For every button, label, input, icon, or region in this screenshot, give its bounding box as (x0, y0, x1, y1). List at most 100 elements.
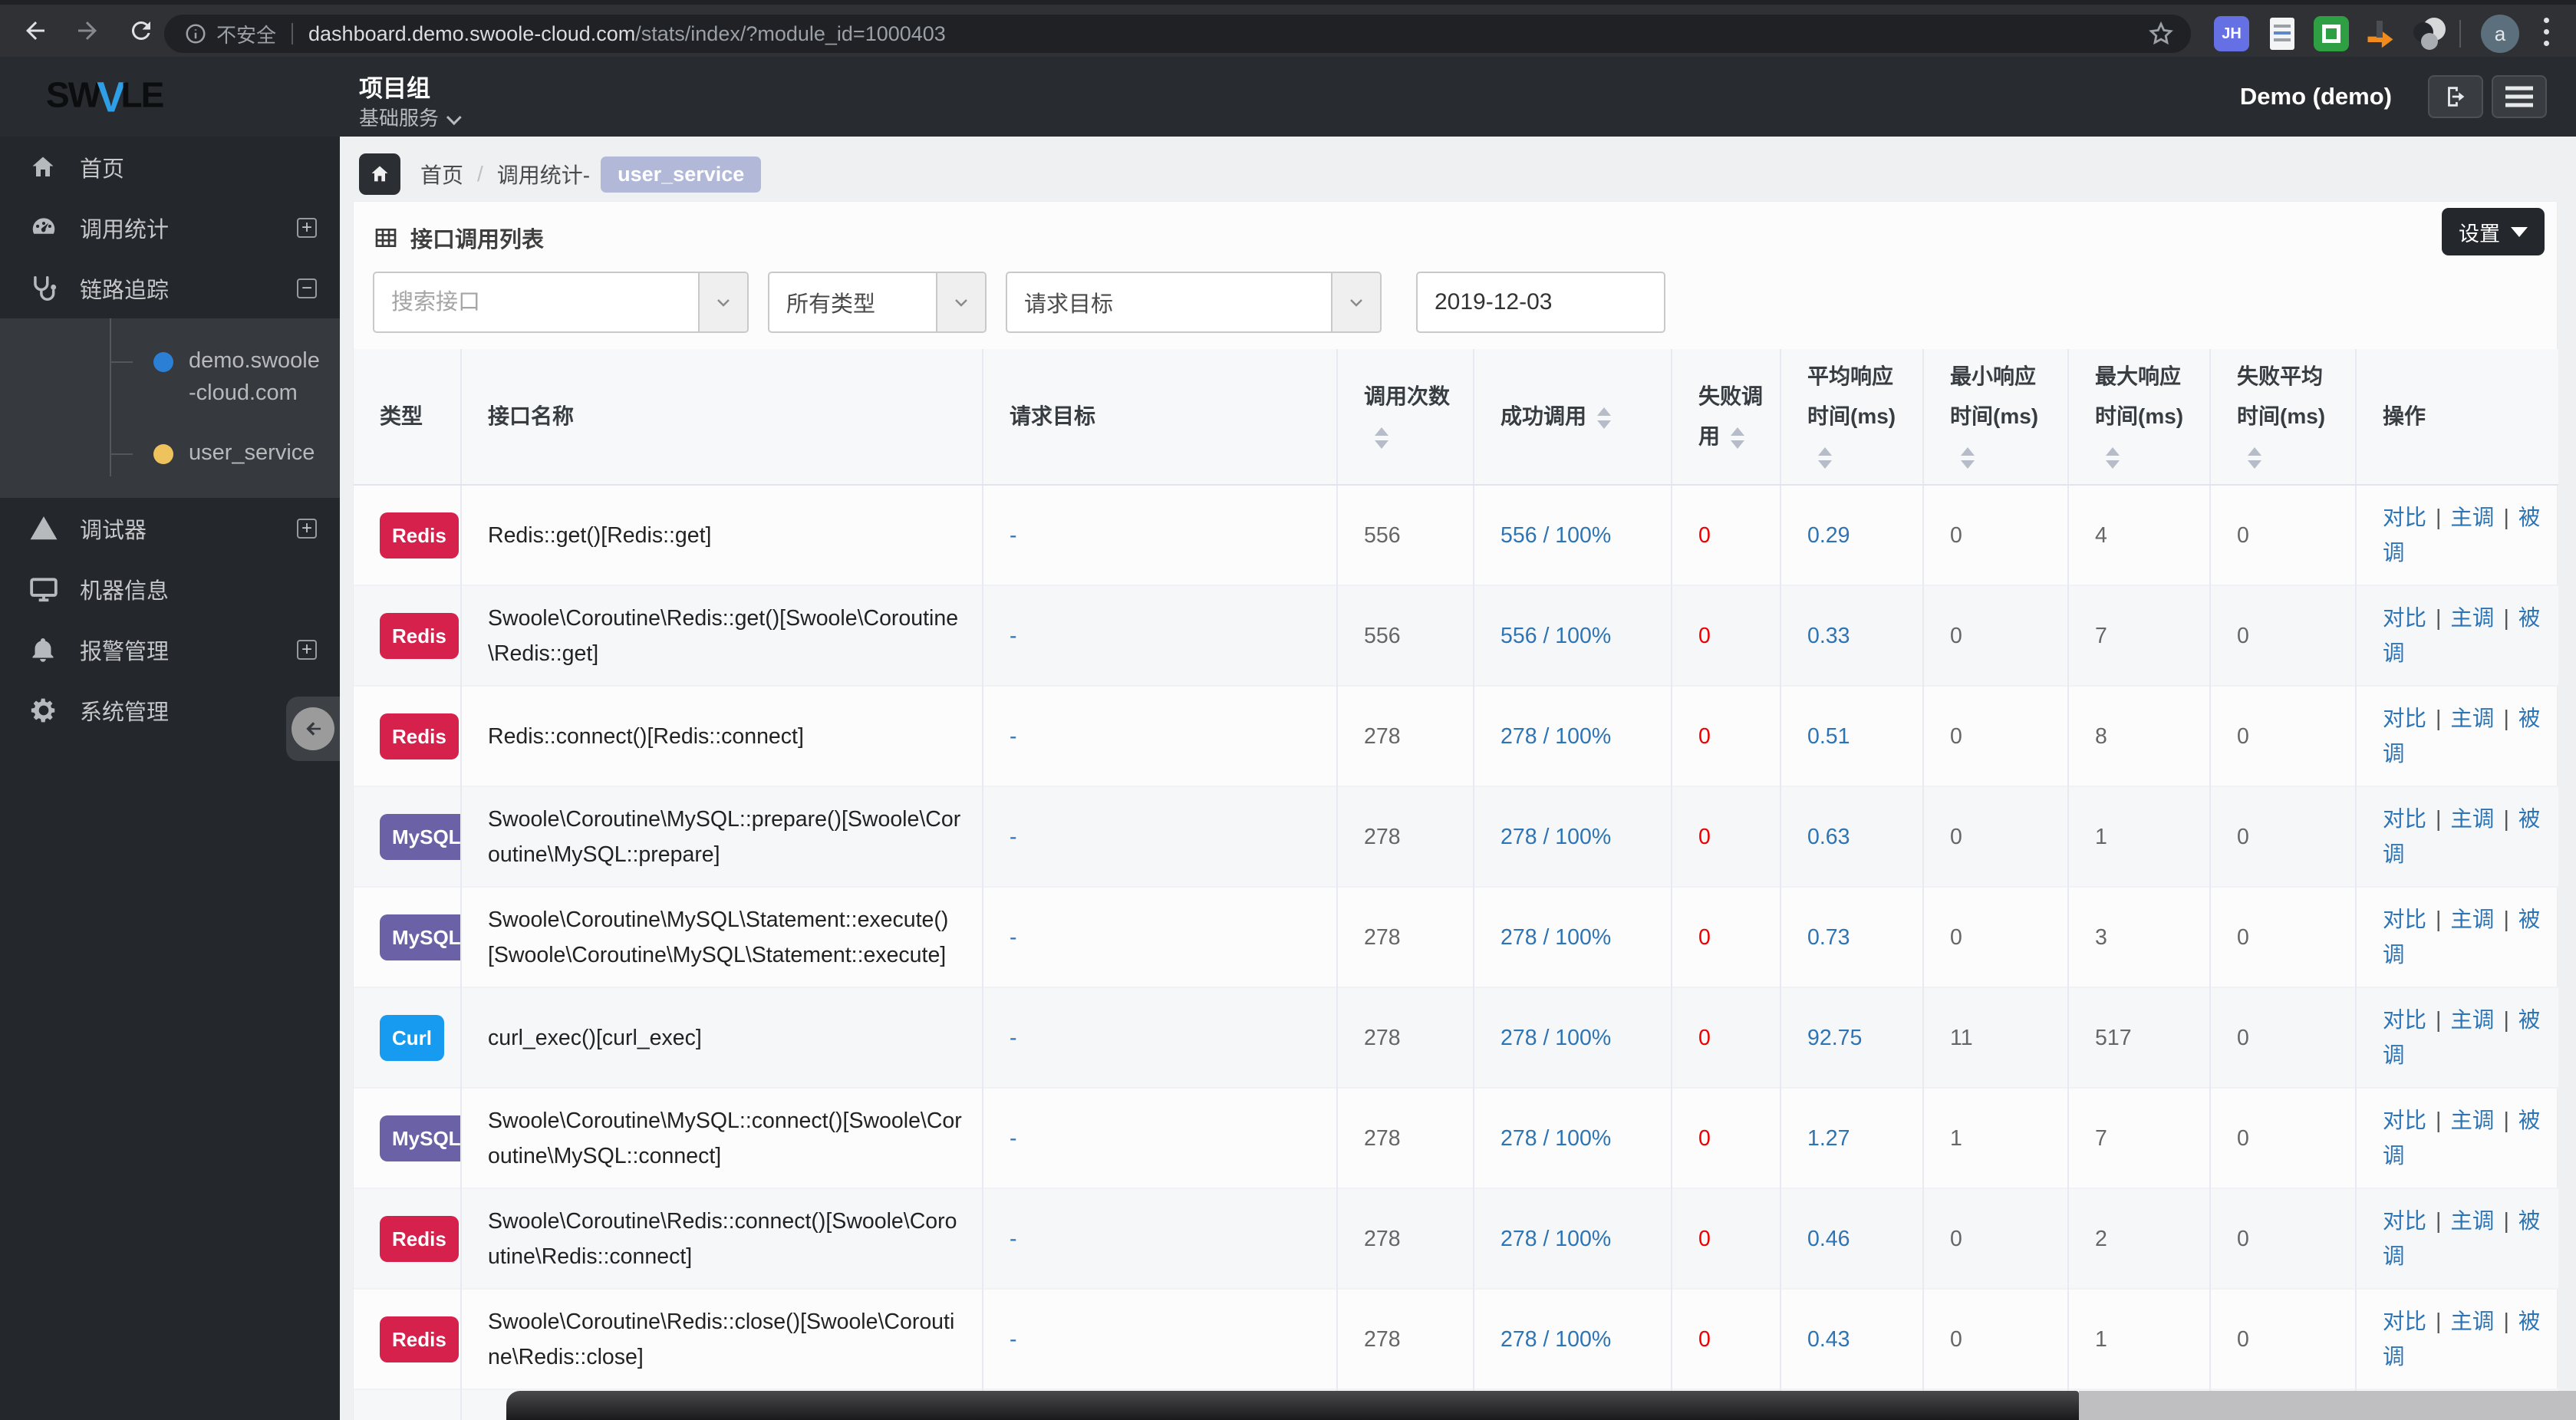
col-avg-response[interactable]: 平均响应时间(ms) (1780, 349, 1924, 486)
action-link-compare[interactable]: 对比 (2383, 807, 2426, 832)
request-target-cell[interactable]: - (983, 585, 1338, 686)
success-calls-cell[interactable]: 278 / 100% (1474, 1188, 1672, 1289)
address-bar[interactable]: 不安全 dashboard.demo.swoole-cloud.com/stat… (164, 15, 2191, 53)
expand-icon[interactable]: + (297, 217, 317, 238)
sort-icon[interactable] (2248, 446, 2261, 469)
success-calls-cell[interactable]: 278 / 100% (1474, 1288, 1672, 1389)
sidebar-item-call-stats[interactable]: 调用统计 + (0, 197, 340, 258)
tree-item-user-service[interactable]: user_service (0, 423, 340, 483)
avg-response-cell[interactable]: 0.29 (1780, 484, 1924, 585)
chevron-down-icon[interactable] (1331, 273, 1380, 331)
browser-forward-icon[interactable] (74, 17, 101, 44)
sidebar-item-machine-info[interactable]: 机器信息 (0, 558, 340, 619)
col-fail-avg-time[interactable]: 失败平均时间(ms) (2210, 349, 2357, 486)
extension-spheres-icon[interactable] (2410, 16, 2446, 51)
action-link-compare[interactable]: 对比 (2383, 1109, 2426, 1133)
success-calls-cell[interactable]: 278 / 100% (1474, 786, 1672, 887)
action-link-compare[interactable]: 对比 (2383, 506, 2426, 530)
table-row[interactable]: MySQLi Swoole\Coroutine\MySQL\Statement:… (354, 886, 2558, 987)
action-link-compare[interactable]: 对比 (2383, 1209, 2426, 1234)
table-row[interactable]: Curl curl_exec()[curl_exec] - 278 278 / … (354, 987, 2558, 1088)
extension-jh-icon[interactable]: JH (2214, 16, 2249, 51)
chevron-down-icon[interactable] (698, 273, 747, 331)
logout-button[interactable] (2428, 75, 2483, 118)
success-calls-cell[interactable]: 278 / 100% (1474, 987, 1672, 1088)
action-link-compare[interactable]: 对比 (2383, 1310, 2426, 1334)
col-success-calls[interactable]: 成功调用 (1474, 349, 1672, 486)
action-link-caller[interactable]: 主调 (2450, 606, 2494, 631)
request-target-cell[interactable]: - (983, 1188, 1338, 1289)
table-row[interactable]: Redis Swoole\Coroutine\Redis::get()[Swoo… (354, 585, 2558, 686)
col-failed-calls[interactable]: 失败调用 (1672, 349, 1781, 486)
project-selector[interactable]: 基础服务 (359, 103, 462, 131)
search-input[interactable] (391, 289, 698, 315)
sort-icon[interactable] (1818, 446, 1832, 469)
table-row[interactable]: Redis Redis::connect()[Redis::connect] -… (354, 685, 2558, 786)
col-min-response[interactable]: 最小响应时间(ms) (1923, 349, 2069, 486)
action-link-caller[interactable]: 主调 (2450, 1310, 2494, 1334)
action-link-caller[interactable]: 主调 (2450, 1008, 2494, 1033)
extension-arrow-icon[interactable] (2363, 16, 2398, 51)
table-row[interactable]: Redis Redis::get()[Redis::get] - 556 556… (354, 484, 2558, 585)
success-calls-cell[interactable]: 278 / 100% (1474, 1087, 1672, 1188)
request-target-cell[interactable]: - (983, 987, 1338, 1088)
avg-response-cell[interactable]: 0.51 (1780, 685, 1924, 786)
settings-button[interactable]: 设置 (2442, 208, 2545, 255)
action-link-caller[interactable]: 主调 (2450, 506, 2494, 530)
info-icon[interactable] (184, 22, 207, 45)
browser-back-icon[interactable] (21, 17, 49, 44)
table-row[interactable]: MySQLi Swoole\Coroutine\MySQL::prepare()… (354, 786, 2558, 887)
breadcrumb-home-label[interactable]: 首页 (420, 159, 463, 189)
table-row[interactable]: MySQLi Swoole\Coroutine\MySQL::connect()… (354, 1087, 2558, 1188)
action-link-caller[interactable]: 主调 (2450, 908, 2494, 932)
col-max-response[interactable]: 最大响应时间(ms) (2068, 349, 2211, 486)
sort-icon[interactable] (1597, 407, 1612, 429)
table-row[interactable]: Redis Swoole\Coroutine\Redis::close()[Sw… (354, 1288, 2558, 1389)
date-picker[interactable] (1416, 272, 1665, 333)
browser-reload-icon[interactable] (127, 17, 155, 44)
request-target-cell[interactable]: - (983, 1288, 1338, 1389)
bookmark-star-icon[interactable] (2148, 21, 2174, 47)
request-target-cell[interactable]: - (983, 886, 1338, 987)
success-calls-cell[interactable]: 278 / 100% (1474, 685, 1672, 786)
success-calls-cell[interactable]: 556 / 100% (1474, 484, 1672, 585)
collapse-icon[interactable]: − (297, 278, 317, 298)
expand-icon[interactable]: + (297, 639, 317, 660)
action-link-compare[interactable]: 对比 (2383, 606, 2426, 631)
request-target-select[interactable]: 请求目标 (1006, 272, 1382, 333)
sort-icon[interactable] (1731, 427, 1745, 449)
avg-response-cell[interactable]: 0.63 (1780, 786, 1924, 887)
avg-response-cell[interactable]: 0.73 (1780, 886, 1924, 987)
avg-response-cell[interactable]: 1.27 (1780, 1087, 1924, 1188)
request-target-cell[interactable]: - (983, 1087, 1338, 1188)
menu-button[interactable] (2492, 75, 2547, 118)
browser-menu-icon[interactable] (2544, 18, 2550, 50)
avg-response-cell[interactable]: 0.43 (1780, 1288, 1924, 1389)
col-call-count[interactable]: 调用次数 (1337, 349, 1474, 486)
extension-green-icon[interactable] (2314, 16, 2349, 51)
request-target-cell[interactable]: - (983, 786, 1338, 887)
success-calls-cell[interactable]: 278 / 100% (1474, 886, 1672, 987)
action-link-caller[interactable]: 主调 (2450, 707, 2494, 731)
sort-icon[interactable] (1961, 446, 1975, 469)
sidebar-item-alerts[interactable]: 报警管理 + (0, 619, 340, 680)
sidebar-item-debugger[interactable]: 调试器 + (0, 498, 340, 558)
expand-icon[interactable]: + (297, 518, 317, 539)
sidebar-item-tracing[interactable]: 链路追踪 − (0, 258, 340, 318)
avg-response-cell[interactable]: 0.46 (1780, 1188, 1924, 1289)
action-link-caller[interactable]: 主调 (2450, 1109, 2494, 1133)
sidebar-item-home[interactable]: 首页 (0, 137, 340, 197)
request-target-cell[interactable]: - (983, 685, 1338, 786)
chevron-down-icon[interactable] (936, 273, 985, 331)
avg-response-cell[interactable]: 92.75 (1780, 987, 1924, 1088)
sort-icon[interactable] (1375, 427, 1388, 449)
sort-icon[interactable] (2106, 446, 2120, 469)
action-link-caller[interactable]: 主调 (2450, 807, 2494, 832)
extension-document-icon[interactable] (2265, 16, 2300, 51)
breadcrumb-home-icon[interactable] (359, 153, 400, 195)
action-link-caller[interactable]: 主调 (2450, 1209, 2494, 1234)
avg-response-cell[interactable]: 0.33 (1780, 585, 1924, 686)
type-select[interactable]: 所有类型 (768, 272, 987, 333)
request-target-cell[interactable]: - (983, 484, 1338, 585)
search-interface-select[interactable] (373, 272, 749, 333)
